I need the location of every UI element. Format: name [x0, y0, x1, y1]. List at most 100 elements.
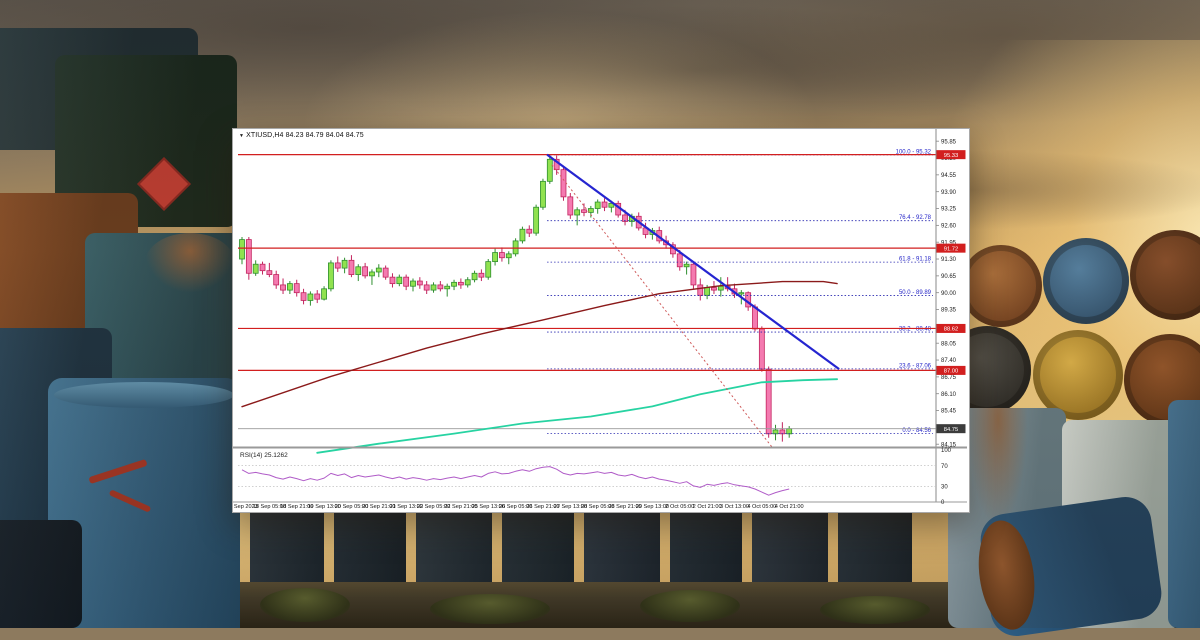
price-axis: 95.8595.2094.5593.9093.2592.6091.9591.30… — [936, 129, 957, 502]
rust-stain — [968, 408, 1028, 528]
svg-text:90.00: 90.00 — [941, 291, 957, 297]
rust-stain — [145, 233, 235, 293]
svg-text:86.10: 86.10 — [941, 392, 957, 398]
symbol-ohlc-text: XTIUSD,H4 84.23 84.79 84.04 84.75 — [246, 132, 364, 139]
svg-text:93.25: 93.25 — [941, 207, 957, 213]
candle — [356, 267, 361, 275]
svg-text:91.72: 91.72 — [944, 246, 959, 252]
candle — [479, 273, 484, 277]
candle — [595, 202, 600, 208]
candle — [520, 229, 525, 241]
candle — [315, 294, 320, 299]
candle — [486, 262, 491, 278]
svg-text:93.90: 93.90 — [941, 190, 957, 196]
candle — [287, 284, 292, 290]
candle — [677, 254, 682, 267]
svg-text:100: 100 — [941, 448, 952, 454]
candle — [260, 264, 265, 270]
candle — [493, 253, 498, 262]
candle — [246, 240, 251, 274]
fibonacci-retracement: 100.0 - 95.3276.4 - 92.7861.8 - 91.1850.… — [547, 149, 933, 434]
svg-text:86.75: 86.75 — [941, 375, 957, 381]
candle — [411, 281, 416, 286]
candle — [465, 280, 470, 285]
svg-text:85.45: 85.45 — [941, 409, 957, 415]
candle — [431, 285, 436, 290]
svg-text:70: 70 — [941, 464, 948, 470]
oil-barrel — [0, 520, 82, 628]
candle — [739, 293, 744, 294]
trading-chart-window[interactable]: ▼XTIUSD,H4 84.23 84.79 84.04 84.75 RSI(1… — [232, 128, 970, 513]
measured-move-line — [552, 165, 773, 448]
candle — [404, 277, 409, 286]
oil-barrel — [1043, 238, 1129, 324]
svg-text:30: 30 — [941, 485, 948, 491]
oil-barrel — [1168, 400, 1200, 628]
candle — [363, 267, 368, 276]
candle — [513, 241, 518, 254]
candle — [349, 260, 354, 274]
candle — [390, 277, 395, 283]
svg-text:91.30: 91.30 — [941, 257, 957, 263]
candle — [438, 285, 443, 289]
svg-text:0: 0 — [941, 500, 945, 506]
candle — [274, 275, 279, 285]
svg-text:94.55: 94.55 — [941, 173, 957, 179]
candle — [759, 329, 764, 369]
candle — [301, 293, 306, 301]
candle — [540, 181, 545, 207]
chart-symbol-title[interactable]: ▼XTIUSD,H4 84.23 84.79 84.04 84.75 — [239, 132, 364, 139]
red-paint-mark — [88, 459, 147, 484]
candles-layer — [240, 155, 792, 442]
candle — [458, 282, 463, 285]
grass-tuft — [430, 594, 550, 624]
candle — [253, 264, 258, 273]
candle — [506, 254, 511, 258]
svg-text:87.00: 87.00 — [944, 369, 959, 375]
oil-barrel — [1033, 330, 1123, 420]
candle — [568, 197, 573, 215]
svg-text:89.35: 89.35 — [941, 308, 957, 314]
candle — [527, 229, 532, 233]
candle — [342, 260, 347, 268]
candle — [575, 210, 580, 215]
candle — [547, 159, 552, 181]
candle — [397, 277, 402, 283]
svg-text:4 Oct 21:00: 4 Oct 21:00 — [775, 504, 804, 510]
price-chart-canvas[interactable]: 100.0 - 95.3276.4 - 92.7861.8 - 91.1850.… — [233, 129, 967, 510]
grass-tuft — [640, 590, 740, 622]
candle — [718, 286, 723, 290]
candle — [698, 285, 703, 295]
svg-text:84.75: 84.75 — [944, 427, 959, 433]
svg-text:90.65: 90.65 — [941, 274, 957, 280]
red-paint-mark — [109, 489, 152, 512]
fallen-oil-barrel — [977, 494, 1164, 640]
candle — [417, 281, 422, 285]
candle — [308, 294, 313, 300]
candle — [711, 288, 716, 291]
candle — [294, 284, 299, 293]
fast-ma — [317, 379, 837, 453]
candle — [472, 273, 477, 279]
svg-text:88.05: 88.05 — [941, 341, 957, 347]
candle — [376, 268, 381, 272]
grass-tuft — [820, 596, 930, 624]
candle — [322, 289, 327, 299]
svg-text:3 Oct 13:00: 3 Oct 13:00 — [720, 504, 749, 510]
candle — [281, 285, 286, 290]
svg-text:2 Oct 21:00: 2 Oct 21:00 — [693, 504, 722, 510]
svg-text:88.62: 88.62 — [944, 327, 959, 333]
candle — [424, 285, 429, 290]
candle — [753, 307, 758, 329]
candle — [369, 272, 374, 276]
svg-text:87.40: 87.40 — [941, 358, 957, 364]
candle — [691, 264, 696, 285]
rsi-line — [242, 467, 789, 496]
candle — [335, 263, 340, 268]
candle — [582, 210, 587, 213]
svg-text:2 Oct 05:00: 2 Oct 05:00 — [665, 504, 694, 510]
candle — [445, 286, 450, 289]
barrel-rim — [54, 382, 234, 408]
grass-tuft — [260, 588, 350, 622]
svg-text:4 Oct 05:00: 4 Oct 05:00 — [747, 504, 776, 510]
